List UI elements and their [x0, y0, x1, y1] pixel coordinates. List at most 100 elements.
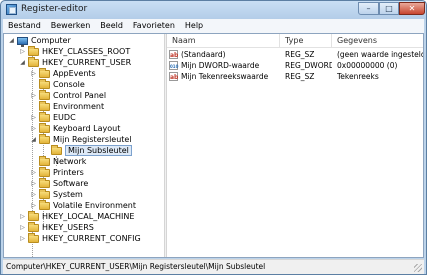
folder-icon [28, 210, 39, 221]
tree-item-hkey-current-user[interactable]: ◢ HKEY_CURRENT_USER [19, 56, 132, 68]
tree-item-system[interactable]: ▷ System [30, 188, 83, 200]
close-button[interactable]: ✕ [399, 2, 425, 15]
folder-icon [39, 122, 50, 133]
tree-item-hkey-users[interactable]: ▷ HKEY_USERS [19, 221, 94, 233]
tree-item-label: HKEY_CLASSES_ROOT [42, 47, 131, 56]
maximize-button[interactable]: □ [379, 2, 399, 15]
menu-bewerken[interactable]: Bewerken [46, 19, 96, 33]
menu-help[interactable]: Help [180, 19, 208, 33]
window-title: Register-editor [21, 4, 88, 14]
tree-item-label: HKEY_CURRENT_USER [42, 58, 132, 67]
menu-favorieten[interactable]: Favorieten [128, 19, 180, 33]
tree-item-hkey-classes-root[interactable]: ▷ HKEY_CLASSES_ROOT [19, 45, 131, 57]
tree-item-label: EUDC [53, 113, 76, 122]
value-data: Tekenreeks [337, 72, 379, 81]
tree-item-label: Control Panel [53, 91, 107, 100]
tree-item-label: Keyboard Layout [53, 124, 121, 133]
tree-item-label: HKEY_USERS [42, 223, 94, 232]
folder-icon [39, 78, 50, 89]
title-bar[interactable]: Register-editor – □ ✕ [1, 1, 426, 19]
tree-item-printers[interactable]: ▷ Printers [30, 166, 84, 178]
expand-arrow-icon[interactable]: ▷ [30, 112, 37, 123]
collapse-arrow-icon[interactable]: ◢ [8, 35, 15, 46]
tree-item-label: Computer [31, 36, 71, 45]
tree-item-label: Network [53, 157, 87, 166]
minimize-button[interactable]: – [358, 2, 379, 15]
tree-item-control-panel[interactable]: ▷ Control Panel [30, 89, 107, 101]
folder-icon [39, 67, 50, 78]
tree-item-mijn-subsleutel[interactable]: Mijn Subsleutel [51, 144, 132, 156]
tree-item-label: AppEvents [53, 69, 96, 78]
registry-tree[interactable]: ◢ Computer ▷ HKEY_CLASSES_ROOT ◢ HKEY_CU… [4, 34, 164, 257]
folder-icon [39, 111, 50, 122]
expand-arrow-icon[interactable]: ▷ [30, 200, 37, 211]
folder-icon [39, 100, 50, 111]
tree-item-computer[interactable]: ◢ Computer [8, 35, 71, 47]
tree-item-label: HKEY_CURRENT_CONFIG [42, 234, 141, 243]
value-type: REG_SZ [285, 50, 315, 59]
computer-icon [17, 36, 28, 47]
string-value-icon: ab [169, 72, 179, 81]
tree-item-label: System [53, 190, 83, 199]
value-data: (geen waarde ingesteld) [337, 50, 423, 59]
tree-item-appevents[interactable]: ▷ AppEvents [30, 67, 96, 79]
status-bar: Computer\HKEY_CURRENT_USER\Mijn Register… [3, 259, 424, 274]
expand-arrow-icon[interactable]: ▷ [19, 211, 26, 222]
folder-icon [28, 232, 39, 243]
expand-arrow-icon[interactable]: ▷ [30, 90, 37, 101]
registry-editor-window: Register-editor – □ ✕ Bestand Bewerken B… [0, 0, 427, 275]
expand-arrow-icon[interactable]: ▷ [30, 167, 37, 178]
list-item[interactable]: 010 Mijn DWORD-waarde REG_DWORD 0x000000… [167, 60, 423, 71]
expand-arrow-icon[interactable]: ▷ [30, 189, 37, 200]
menu-bestand[interactable]: Bestand [3, 19, 46, 33]
list-item[interactable]: ab (Standaard) REG_SZ (geen waarde inges… [167, 49, 423, 60]
folder-icon [39, 177, 50, 188]
folder-icon [39, 188, 50, 199]
tree-item-environment[interactable]: Environment [30, 100, 105, 112]
expand-arrow-icon[interactable]: ▷ [30, 123, 37, 134]
folder-icon [39, 89, 50, 100]
expand-arrow-icon[interactable]: ▷ [19, 233, 26, 244]
menu-bar: Bestand Bewerken Beeld Favorieten Help [3, 19, 424, 33]
tree-item-hkey-local-machine[interactable]: ▷ HKEY_LOCAL_MACHINE [19, 210, 135, 222]
tree-item-mijn-registersleutel[interactable]: ◢ Mijn Registersleutel [30, 133, 132, 145]
folder-open-icon [39, 133, 50, 144]
tree-item-software[interactable]: ▷ Software [30, 177, 88, 189]
value-name: Mijn Tekenreekswaarde [181, 72, 269, 81]
tree-item-hkey-current-config[interactable]: ▷ HKEY_CURRENT_CONFIG [19, 232, 141, 244]
client-area: ◢ Computer ▷ HKEY_CLASSES_ROOT ◢ HKEY_CU… [3, 33, 424, 258]
tree-item-label-selected: Mijn Subsleutel [65, 145, 132, 156]
values-list[interactable]: Naam Type Gegevens ab (Standaard) REG_SZ… [167, 34, 423, 257]
list-header: Naam Type Gegevens [167, 34, 423, 48]
tree-item-eudc[interactable]: ▷ EUDC [30, 111, 76, 123]
tree-item-label: Printers [53, 168, 84, 177]
value-name: Mijn DWORD-waarde [181, 61, 260, 70]
folder-icon [39, 199, 50, 210]
expand-arrow-icon[interactable]: ▷ [30, 178, 37, 189]
expand-arrow-icon[interactable]: ▷ [19, 46, 26, 57]
folder-icon [28, 45, 39, 56]
tree-item-label: HKEY_LOCAL_MACHINE [42, 212, 135, 221]
collapse-arrow-icon[interactable]: ◢ [19, 57, 26, 68]
value-data: 0x00000000 (0) [337, 61, 398, 70]
tree-item-keyboard-layout[interactable]: ▷ Keyboard Layout [30, 122, 121, 134]
menu-beeld[interactable]: Beeld [95, 19, 128, 33]
binary-value-icon: 010 [169, 61, 178, 70]
value-type: REG_DWORD [285, 61, 332, 70]
expand-arrow-icon[interactable]: ▷ [19, 222, 26, 233]
tree-item-network[interactable]: Network [30, 155, 87, 167]
value-type: REG_SZ [285, 72, 315, 81]
tree-item-label: Volatile Environment [53, 201, 136, 210]
registry-editor-app-icon [6, 4, 17, 15]
tree-item-console[interactable]: Console [30, 78, 85, 90]
status-path: Computer\HKEY_CURRENT_USER\Mijn Register… [6, 262, 266, 271]
tree-item-label: Environment [53, 102, 105, 111]
tree-item-volatile-environment[interactable]: ▷ Volatile Environment [30, 199, 136, 211]
expand-arrow-icon[interactable]: ▷ [30, 68, 37, 79]
list-item[interactable]: ab Mijn Tekenreekswaarde REG_SZ Tekenree… [167, 71, 423, 82]
column-header-gegevens[interactable]: Gegevens [332, 34, 423, 47]
column-header-type[interactable]: Type [280, 34, 332, 47]
column-header-naam[interactable]: Naam [167, 34, 280, 47]
resize-grip-icon[interactable] [414, 264, 422, 272]
collapse-arrow-icon[interactable]: ◢ [30, 134, 37, 145]
